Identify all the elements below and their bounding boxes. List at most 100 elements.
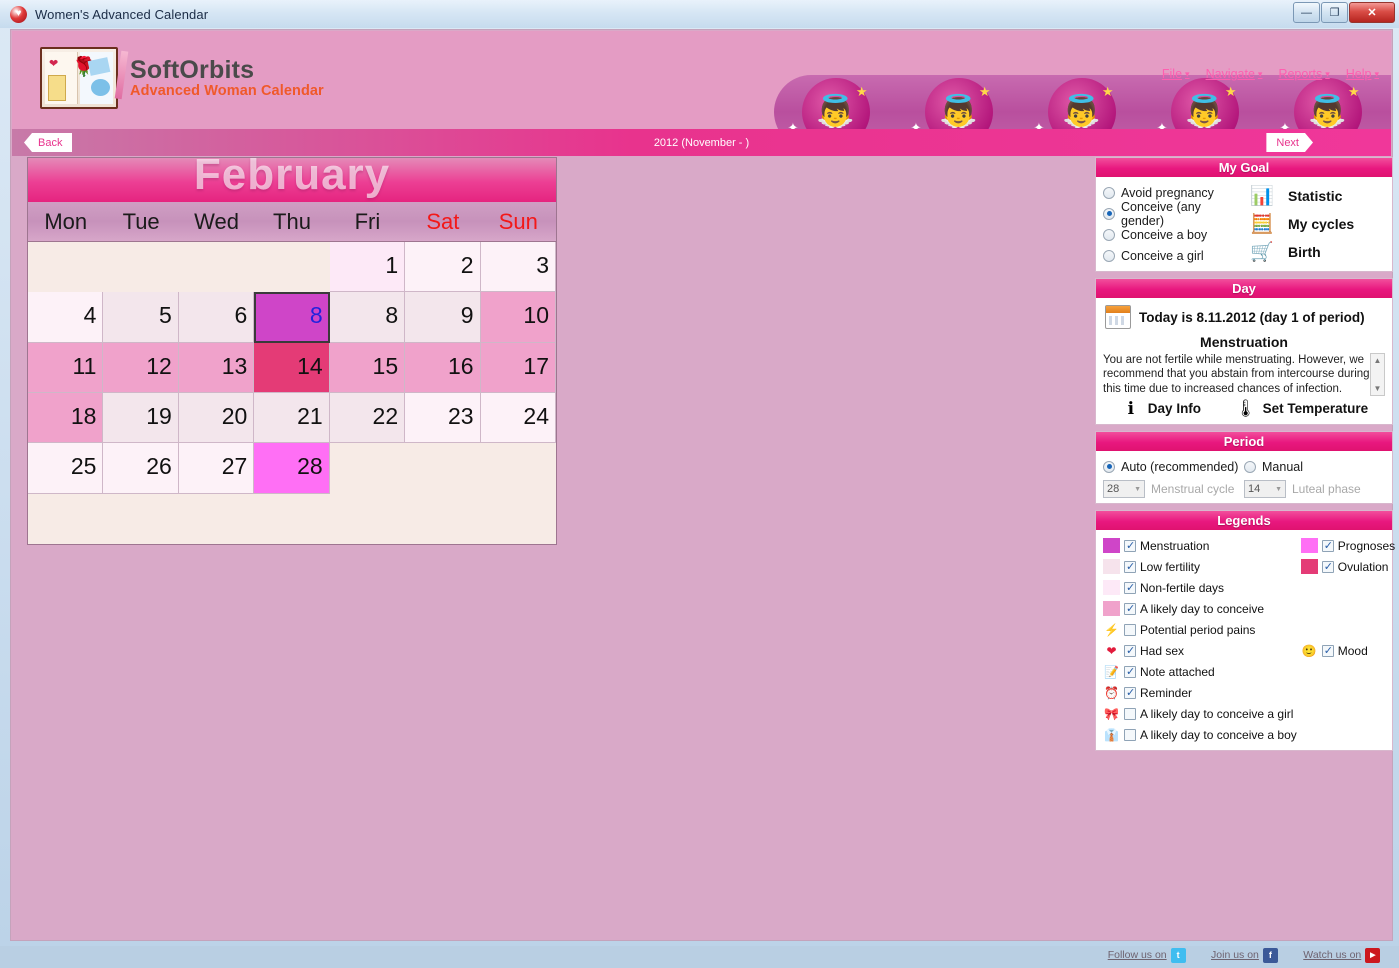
radio-icon[interactable] [1103, 229, 1115, 241]
youtube-icon[interactable]: ▶ [1365, 948, 1380, 963]
legend-item[interactable]: ❤Had sex [1103, 640, 1297, 661]
day-cell[interactable]: 1 [330, 242, 405, 292]
day-cell[interactable]: 26 [103, 443, 178, 493]
menu-item-help[interactable]: Help ▾ [1346, 67, 1379, 81]
day-cell[interactable]: 20 [179, 393, 254, 443]
legend-item[interactable]: 🙂Mood [1301, 640, 1399, 661]
day-cell[interactable]: 3 [481, 242, 556, 292]
birth-button[interactable]: 🛒 Birth [1244, 239, 1385, 265]
day-cell[interactable]: 17 [481, 343, 556, 393]
day-cell[interactable]: 5 [103, 292, 178, 342]
facebook-icon[interactable]: f [1263, 948, 1278, 963]
radio-icon[interactable] [1103, 461, 1115, 473]
day-cell-empty [28, 494, 103, 544]
day-cell[interactable]: 2 [405, 242, 480, 292]
legend-checkbox[interactable] [1124, 582, 1136, 594]
legend-item[interactable]: 📝Note attached [1103, 661, 1297, 682]
day-cell[interactable]: 21 [254, 393, 329, 443]
legend-checkbox[interactable] [1124, 666, 1136, 678]
period-mode-auto[interactable]: Auto (recommended) [1103, 456, 1244, 477]
menu-item-file[interactable]: File ▾ [1162, 67, 1190, 81]
day-number: 3 [536, 252, 549, 279]
legend-label: Prognoses of cycle [1338, 539, 1399, 553]
radio-icon[interactable] [1103, 250, 1115, 262]
stroller-icon: 🛒 [1244, 239, 1280, 265]
day-cell[interactable]: 12 [103, 343, 178, 393]
legend-checkbox[interactable] [1124, 687, 1136, 699]
legend-checkbox[interactable] [1124, 708, 1136, 720]
day-cell[interactable]: 14 [254, 343, 329, 393]
legend-checkbox[interactable] [1322, 561, 1334, 573]
legend-checkbox[interactable] [1322, 540, 1334, 552]
maximize-button[interactable]: ❐ [1321, 2, 1348, 23]
day-cell[interactable]: 24 [481, 393, 556, 443]
day-cell[interactable]: 8 [330, 292, 405, 342]
day-cell[interactable]: 27 [179, 443, 254, 493]
legend-label: Non-fertile days [1140, 581, 1224, 595]
scroll-up-icon[interactable]: ▲ [1371, 354, 1384, 367]
legend-checkbox[interactable] [1322, 645, 1334, 657]
legend-label: A likely day to conceive a boy [1140, 728, 1297, 742]
goal-option-conceive-any[interactable]: Conceive (any gender) [1103, 203, 1244, 224]
menu-item-reports[interactable]: Reports ▾ [1278, 67, 1329, 81]
statistic-button[interactable]: 📊 Statistic [1244, 183, 1385, 209]
scroll-down-icon[interactable]: ▼ [1371, 382, 1384, 395]
legend-checkbox[interactable] [1124, 540, 1136, 552]
day-cell[interactable]: 9 [405, 292, 480, 342]
day-cell[interactable]: 8 [254, 292, 329, 342]
legend-item[interactable]: ⏰Reminder [1103, 682, 1297, 703]
legend-item[interactable]: 👔A likely day to conceive a boy [1103, 724, 1297, 745]
set-temperature-button[interactable]: 🌡 Set Temperature [1235, 399, 1369, 419]
period-mode-manual[interactable]: Manual [1244, 456, 1385, 477]
day-cell[interactable]: 22 [330, 393, 405, 443]
facebook-link[interactable]: Join us on f [1211, 948, 1278, 963]
legend-item[interactable]: ⚡Potential period pains [1103, 619, 1297, 640]
day-info-button[interactable]: ℹ Day Info [1120, 399, 1201, 419]
legend-item[interactable]: Ovulation [1301, 556, 1399, 577]
luteal-phase-select[interactable]: 14 ▼ [1244, 480, 1286, 498]
day-cell[interactable]: 16 [405, 343, 480, 393]
day-cell[interactable]: 11 [28, 343, 103, 393]
day-cell[interactable]: 25 [28, 443, 103, 493]
my-cycles-button[interactable]: 🧮 My cycles [1244, 211, 1385, 237]
weekday-sun: Sun [481, 202, 556, 241]
minimize-button[interactable]: — [1293, 2, 1320, 23]
radio-icon[interactable] [1244, 461, 1256, 473]
panel-my-goal-title: My Goal [1096, 158, 1392, 177]
day-cell[interactable]: 6 [179, 292, 254, 342]
day-cell[interactable]: 10 [481, 292, 556, 342]
goal-option-conceive-girl[interactable]: Conceive a girl [1103, 245, 1244, 266]
legend-item[interactable]: A likely day to conceive [1103, 598, 1297, 619]
day-cell[interactable]: 28 [254, 443, 329, 493]
day-cell[interactable]: 13 [179, 343, 254, 393]
period-mode-auto-label: Auto (recommended) [1121, 460, 1238, 474]
legend-checkbox[interactable] [1124, 624, 1136, 636]
radio-icon[interactable] [1103, 187, 1115, 199]
radio-icon[interactable] [1103, 208, 1115, 220]
legend-checkbox[interactable] [1124, 645, 1136, 657]
youtube-link[interactable]: Watch us on ▶ [1303, 948, 1380, 963]
day-cell[interactable]: 19 [103, 393, 178, 443]
legend-checkbox[interactable] [1124, 729, 1136, 741]
legend-item[interactable]: Low fertility [1103, 556, 1297, 577]
twitter-icon[interactable]: t [1171, 948, 1186, 963]
legend-item[interactable]: Prognoses of cycle [1301, 535, 1399, 556]
panel-day-title: Day [1096, 279, 1392, 298]
day-cell[interactable]: 23 [405, 393, 480, 443]
legend-item[interactable]: Menstruation [1103, 535, 1297, 556]
legend-item[interactable]: 🎀A likely day to conceive a girl [1103, 703, 1297, 724]
menstrual-cycle-select[interactable]: 28 ▼ [1103, 480, 1145, 498]
twitter-link[interactable]: Follow us on t [1108, 948, 1186, 963]
day-cell[interactable]: 15 [330, 343, 405, 393]
advice-scrollbar[interactable]: ▲ ▼ [1370, 353, 1385, 396]
legend-item[interactable]: Non-fertile days [1103, 577, 1297, 598]
day-cell[interactable]: 18 [28, 393, 103, 443]
app-logo-icon: ❤🌹 [40, 47, 118, 109]
menu-item-navigate[interactable]: Navigate ▾ [1206, 67, 1263, 81]
next-button[interactable]: Next [1266, 133, 1313, 152]
legend-checkbox[interactable] [1124, 561, 1136, 573]
close-button[interactable]: ✕ [1349, 2, 1395, 23]
day-cell-empty [103, 494, 178, 544]
day-cell[interactable]: 4 [28, 292, 103, 342]
legend-checkbox[interactable] [1124, 603, 1136, 615]
